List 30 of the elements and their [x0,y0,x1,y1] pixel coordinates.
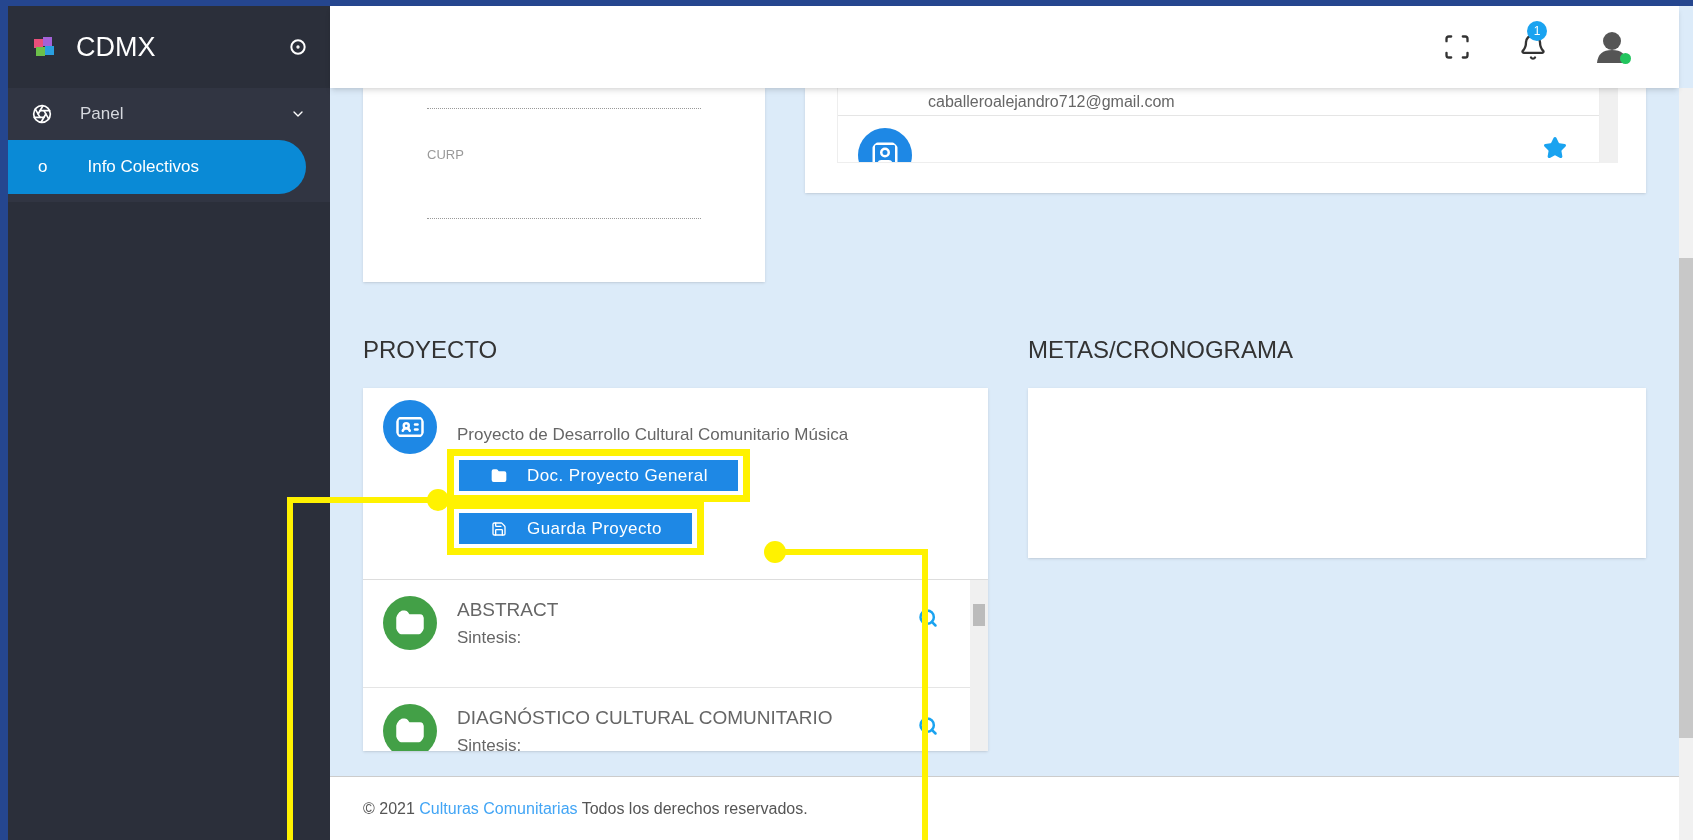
project-name: Proyecto de Desarrollo Cultural Comunitario Música [457,424,850,446]
copyright-text: © 2021 Culturas Comunitarias Todos los derechos reservados. [363,798,808,819]
action-button[interactable]: Doc. Proyecto General [459,460,738,491]
fullscreen-icon[interactable] [1443,33,1471,61]
action-button[interactable]: Guarda Proyecto [459,513,692,544]
submenu-item[interactable]: o Info Colectivos [8,140,306,194]
folder-icon [491,467,507,484]
section-row-subtitle: Sintesis: [457,734,523,751]
input-field[interactable] [427,216,701,219]
logo-icon [32,35,56,59]
section-row-title: DIAGNÓSTICO CULTURAL COMUNITARIO [457,706,834,730]
id-card-icon [383,400,437,454]
aperture-icon [32,104,52,124]
field-label: CURP [427,146,465,164]
section-row[interactable]: ABSTRACT Sintesis: [363,580,970,688]
section-title: METAS/CRONOGRAMA [1028,335,1294,365]
email-text: caballeroalejandro712@gmail.com [928,91,1175,112]
search-icon[interactable] [918,608,938,628]
section-title: PROYECTO [363,335,499,365]
brand-name: CDMX [76,30,157,64]
notification-badge: 1 [1527,21,1547,41]
bell-icon[interactable] [1519,33,1547,61]
search-icon[interactable] [918,716,938,736]
sidebar-toggle-icon[interactable] [290,39,306,55]
folder-icon [383,596,437,650]
footer-link[interactable]: Culturas Comunitarias [419,799,578,817]
menu-item[interactable]: Panel [8,88,330,140]
star-icon[interactable] [1543,136,1567,160]
section-row-title: ABSTRACT [457,598,560,622]
section-row-subtitle: Sintesis: [457,626,523,649]
